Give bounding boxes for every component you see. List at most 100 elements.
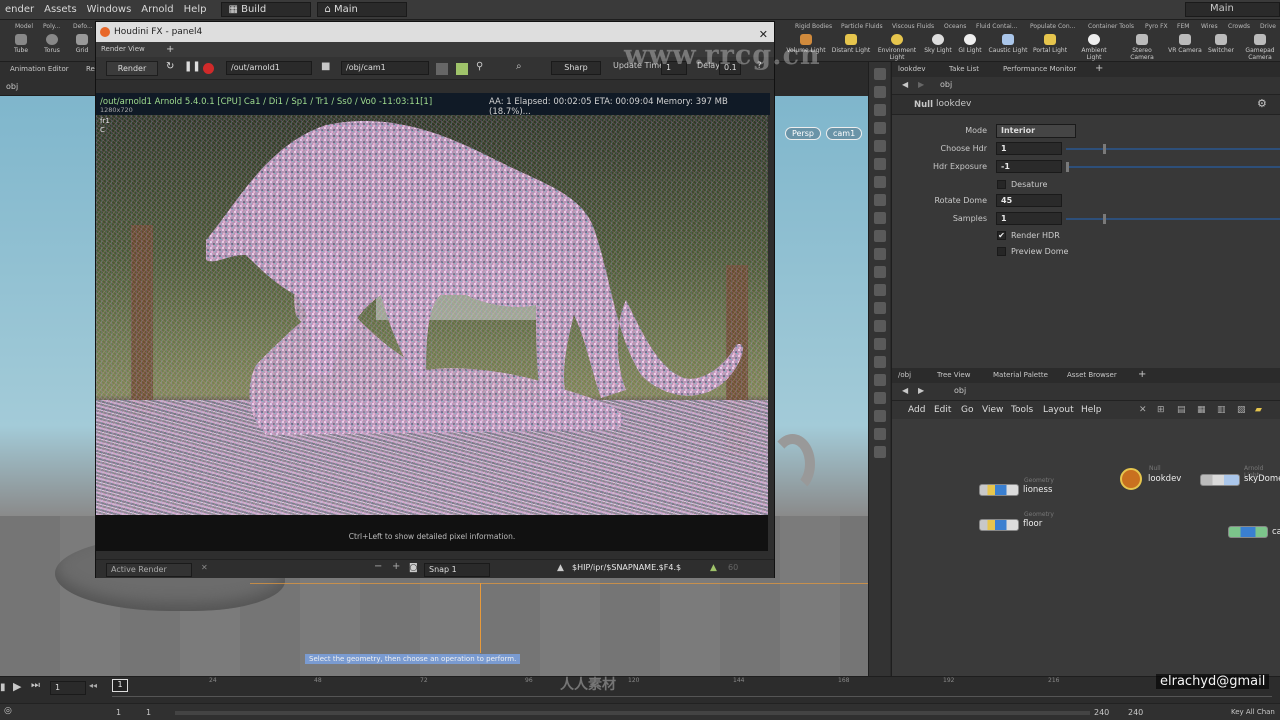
- menu-go[interactable]: Go: [961, 405, 973, 415]
- tab-render[interactable]: Re: [86, 65, 95, 73]
- camera-path-field[interactable]: /obj/cam1: [341, 61, 429, 75]
- menu-view[interactable]: View: [982, 405, 1003, 415]
- node-camera[interactable]: [1228, 526, 1268, 538]
- tab-render-view[interactable]: Render View: [101, 45, 145, 53]
- tool-environment-light[interactable]: Environment Light: [876, 34, 918, 61]
- range-start-field[interactable]: 1: [116, 708, 121, 717]
- tab-material-palette[interactable]: Material Palette: [993, 368, 1048, 383]
- node-skydome[interactable]: [1200, 474, 1240, 486]
- choose-hdr-slider[interactable]: [1066, 144, 1280, 154]
- shelf-tab-crowds[interactable]: Crowds: [1225, 21, 1253, 32]
- frame-field[interactable]: 1: [50, 681, 86, 695]
- tool-ambient-light[interactable]: Ambient Light: [1073, 34, 1115, 61]
- timeline-ruler[interactable]: 1 24 48 72 96 120 144 168 192 216: [112, 677, 1272, 697]
- layout-icon[interactable]: [873, 446, 886, 458]
- tool-portal-light[interactable]: Portal Light: [1029, 34, 1071, 54]
- filter-select[interactable]: Sharp: [551, 61, 601, 75]
- shade-icon[interactable]: [873, 248, 886, 260]
- slider-knob[interactable]: [1103, 144, 1106, 154]
- shelf-tab-pyro[interactable]: Pyro FX: [1142, 21, 1171, 32]
- choose-hdr-field[interactable]: 1: [996, 142, 1062, 155]
- desature-checkbox[interactable]: [997, 180, 1006, 189]
- shelf-tab-fem[interactable]: FEM: [1174, 21, 1192, 32]
- menu-arnold[interactable]: Arnold: [136, 4, 178, 15]
- menu-add[interactable]: Add: [908, 405, 925, 415]
- hdr-exposure-slider[interactable]: [1066, 162, 1280, 172]
- region-icon[interactable]: [436, 63, 448, 75]
- list-icon[interactable]: ▤: [1177, 405, 1186, 415]
- pin-icon[interactable]: [873, 176, 886, 188]
- menu-help[interactable]: Help: [1081, 405, 1102, 415]
- forward-arrow-icon[interactable]: ▶: [918, 386, 924, 395]
- add-tab-icon[interactable]: +: [166, 42, 174, 57]
- tab-obj[interactable]: /obj: [898, 368, 911, 383]
- network-pane[interactable]: /obj Tree View Material Palette Asset Br…: [891, 368, 1280, 676]
- desktop-build-select[interactable]: ▦ Build: [221, 2, 312, 17]
- step-icon[interactable]: ◂◂: [89, 681, 97, 690]
- snapshot-icon[interactable]: ◙: [409, 563, 418, 573]
- abc-icon[interactable]: [873, 392, 886, 404]
- menu-help[interactable]: Help: [179, 4, 212, 15]
- measure-icon[interactable]: [873, 320, 886, 332]
- hdr-exposure-field[interactable]: -1: [996, 160, 1062, 173]
- tool-stereo-camera[interactable]: Stereo Camera: [1121, 34, 1163, 61]
- pen-icon[interactable]: [873, 284, 886, 296]
- tab-animation-editor[interactable]: Animation Editor: [10, 65, 69, 73]
- tool-gi-light[interactable]: GI Light: [949, 34, 991, 54]
- samples-slider[interactable]: [1066, 214, 1280, 224]
- tool-caustic-light[interactable]: Caustic Light: [987, 34, 1029, 54]
- shelf-tab-container[interactable]: Container Tools: [1085, 21, 1137, 32]
- home-icon[interactable]: [873, 68, 886, 80]
- render-image[interactable]: fr1 C: [96, 115, 768, 515]
- skip-end-icon[interactable]: ⏭: [31, 680, 40, 691]
- tool-distant-light[interactable]: Distant Light: [830, 34, 872, 54]
- layout-view-icon[interactable]: ▥: [1217, 405, 1226, 415]
- zoom-icon[interactable]: ⌕: [516, 61, 522, 72]
- snap-path[interactable]: $HIP/ipr/$SNAPNAME.$F4.$: [572, 563, 681, 572]
- key-all-channels-button[interactable]: Key All Chan: [1231, 708, 1275, 716]
- param-path[interactable]: obj: [940, 80, 952, 89]
- shelf-tab-deform[interactable]: Defo...: [70, 21, 96, 32]
- play-icon[interactable]: ▶: [13, 680, 21, 693]
- range-start2-field[interactable]: 1: [146, 708, 151, 717]
- back-arrow-icon[interactable]: ◀: [902, 80, 908, 89]
- wire-icon[interactable]: [873, 230, 886, 242]
- pause-icon[interactable]: ❚❚: [184, 61, 201, 72]
- rop-icon[interactable]: ■: [321, 61, 330, 72]
- preview-dome-checkbox[interactable]: [997, 247, 1006, 256]
- audio-icon[interactable]: ◎: [4, 706, 12, 716]
- tab-take-list[interactable]: Take List: [949, 62, 979, 77]
- network-path[interactable]: obj: [954, 386, 966, 395]
- tools-icon[interactable]: ✕: [1139, 405, 1147, 415]
- tree-icon[interactable]: ⊞: [1157, 405, 1165, 415]
- rotate-dome-slider[interactable]: [1066, 200, 1280, 202]
- snap-icon[interactable]: [873, 194, 886, 206]
- tool-gamepad-camera[interactable]: Gamepad Camera: [1239, 34, 1280, 61]
- pin-tool-icon[interactable]: ⚲: [476, 61, 483, 72]
- light-icon[interactable]: [873, 158, 886, 170]
- tab-lookdev[interactable]: lookdev: [898, 62, 925, 77]
- lock-icon[interactable]: [873, 104, 886, 116]
- add-tab-icon[interactable]: +: [1095, 61, 1103, 76]
- shelf-tab-wires[interactable]: Wires: [1198, 21, 1221, 32]
- range-end-field[interactable]: 240: [1094, 708, 1109, 717]
- tab-performance-monitor[interactable]: Performance Monitor: [1003, 62, 1076, 77]
- render-icon[interactable]: [873, 410, 886, 422]
- play-start-icon[interactable]: ▮: [0, 682, 6, 693]
- camera-menu[interactable]: cam1: [826, 127, 863, 140]
- range-end2-field[interactable]: 240: [1128, 708, 1143, 717]
- menu-windows[interactable]: Windows: [82, 4, 137, 15]
- forward-arrow-icon[interactable]: ▶: [918, 80, 924, 89]
- brush-icon[interactable]: [873, 302, 886, 314]
- preview-icon[interactable]: [456, 63, 468, 75]
- shelf-tab-populate[interactable]: Populate Con...: [1027, 21, 1078, 32]
- menu-tools[interactable]: Tools: [1011, 405, 1033, 415]
- shelf-tab-drive[interactable]: Drive: [1257, 21, 1279, 32]
- rotate-dome-field[interactable]: 45: [996, 194, 1062, 207]
- remove-icon[interactable]: ✕: [201, 563, 208, 572]
- menu-assets[interactable]: Assets: [39, 4, 82, 15]
- active-render-select[interactable]: Active Render: [106, 563, 192, 577]
- view-icon[interactable]: [873, 86, 886, 98]
- current-frame-marker[interactable]: 1: [112, 679, 128, 692]
- stop-icon[interactable]: [203, 63, 214, 74]
